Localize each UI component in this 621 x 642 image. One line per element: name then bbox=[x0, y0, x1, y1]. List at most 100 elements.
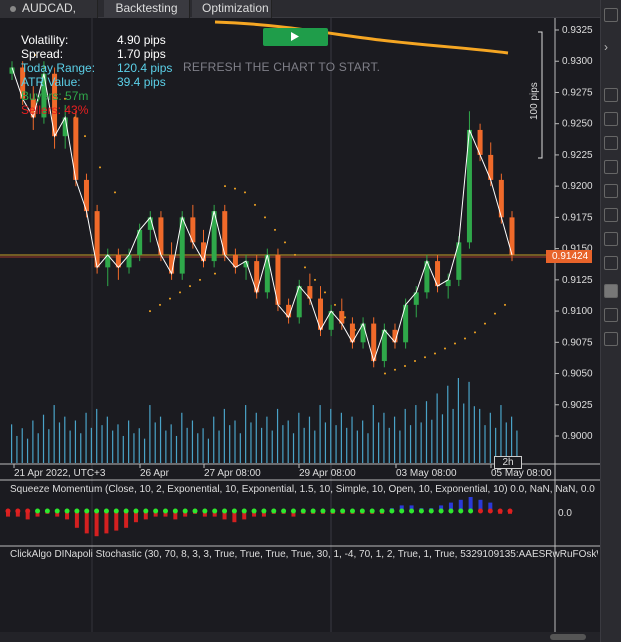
volume-histogram bbox=[11, 378, 518, 463]
settings-tool-icon[interactable] bbox=[604, 332, 618, 346]
squeeze-dot bbox=[64, 508, 70, 514]
volume-bar bbox=[21, 428, 23, 463]
squeeze-dot bbox=[192, 508, 198, 514]
squeeze-bar bbox=[94, 511, 99, 537]
volume-bar bbox=[409, 425, 412, 463]
play-button[interactable] bbox=[263, 28, 328, 46]
volume-bar bbox=[239, 433, 241, 463]
volume-bar bbox=[149, 405, 151, 463]
psar-dot bbox=[324, 291, 326, 294]
volume-bar bbox=[122, 435, 124, 463]
volume-bar bbox=[393, 416, 396, 463]
y-tick-label: 0.9325 bbox=[562, 25, 593, 36]
psar-dot bbox=[149, 310, 151, 313]
volume-bar bbox=[303, 427, 305, 463]
volume-bar bbox=[234, 420, 236, 463]
volume-bar bbox=[133, 433, 135, 463]
volume-bar bbox=[425, 401, 428, 463]
volume-bar bbox=[308, 416, 311, 463]
text-tool-icon[interactable] bbox=[604, 232, 618, 246]
volume-bar bbox=[346, 427, 348, 463]
volume-bar bbox=[287, 420, 289, 463]
squeeze-bar bbox=[124, 511, 129, 528]
trend-tool-icon[interactable] bbox=[604, 136, 618, 150]
volatility-label: Volatility: bbox=[21, 33, 69, 47]
shape-tool-icon[interactable] bbox=[604, 208, 618, 222]
toolbar-button[interactable] bbox=[604, 8, 618, 22]
squeeze-dot bbox=[418, 508, 424, 514]
y-tick-label: 0.9225 bbox=[562, 150, 593, 161]
today-range-label: Today Range: bbox=[21, 61, 96, 75]
volume-bar bbox=[276, 408, 279, 463]
volume-bar bbox=[175, 435, 178, 463]
volume-bar bbox=[420, 422, 422, 463]
buyers-label: Buyers: 57m bbox=[21, 89, 89, 103]
psar-dot bbox=[444, 347, 446, 350]
spread-value: 1.70 pips bbox=[117, 47, 166, 61]
volume-bar bbox=[500, 405, 502, 463]
grid-tool-icon[interactable] bbox=[604, 308, 618, 322]
volume-bar bbox=[159, 416, 162, 463]
y-tick-label: 0.9175 bbox=[562, 212, 593, 223]
psar-dot bbox=[424, 356, 426, 359]
squeeze-dot bbox=[143, 508, 149, 514]
squeeze-dot bbox=[222, 508, 228, 514]
squeeze-dot bbox=[153, 508, 159, 514]
psar-dot bbox=[159, 303, 161, 306]
volume-bar bbox=[138, 428, 140, 463]
color-swatch-icon[interactable] bbox=[604, 284, 618, 298]
volume-bar bbox=[351, 416, 353, 463]
psar-dot bbox=[199, 278, 201, 281]
squeeze-dot bbox=[44, 508, 50, 514]
volume-bar bbox=[218, 430, 220, 463]
psar-dot bbox=[189, 285, 191, 288]
scrollbar-thumb[interactable] bbox=[550, 634, 586, 640]
volume-bar bbox=[202, 428, 204, 463]
measure-tool-icon[interactable] bbox=[604, 256, 618, 270]
squeeze-momentum-label: Squeeze Momentum (Close, 10, 2, Exponent… bbox=[10, 484, 595, 495]
volume-bar bbox=[223, 408, 225, 463]
today-range-value: 120.4 pips bbox=[117, 61, 173, 75]
chevron-icon[interactable]: › bbox=[604, 40, 618, 54]
squeeze-dot bbox=[438, 508, 444, 514]
tab-backtesting[interactable]: Backtesting bbox=[104, 0, 190, 18]
psar-dot bbox=[484, 322, 486, 325]
volume-bar bbox=[96, 408, 98, 463]
squeeze-dot bbox=[54, 508, 60, 514]
volume-bar bbox=[101, 425, 103, 463]
moving-average-line bbox=[214, 20, 509, 55]
y-tick-label: 0.9075 bbox=[562, 337, 593, 348]
horizontal-scrollbar[interactable] bbox=[0, 632, 600, 642]
squeeze-dot bbox=[25, 508, 31, 514]
squeeze-dot bbox=[477, 508, 483, 514]
cursor-tool-icon[interactable] bbox=[604, 88, 618, 102]
psar-dot bbox=[214, 272, 216, 275]
volume-bar bbox=[16, 435, 18, 463]
psar-dot bbox=[294, 253, 296, 256]
channel-tool-icon[interactable] bbox=[604, 160, 618, 174]
volume-bar bbox=[186, 427, 188, 463]
volume-bar bbox=[229, 425, 231, 463]
line-tool-icon[interactable] bbox=[604, 112, 618, 126]
tab-optimization[interactable]: Optimization bbox=[192, 0, 272, 18]
volume-bar bbox=[479, 408, 481, 463]
x-tick-label: 03 May 08:00 bbox=[396, 468, 457, 479]
volume-bar bbox=[181, 412, 183, 463]
volume-bar bbox=[431, 419, 433, 463]
info-panel: Volatility: 4.90 pips Spread: 1.70 pips To… bbox=[21, 33, 181, 117]
psar-dot bbox=[394, 368, 396, 371]
psar-dot bbox=[404, 365, 406, 368]
fib-tool-icon[interactable] bbox=[604, 184, 618, 198]
squeeze-dot bbox=[350, 508, 356, 514]
squeeze-dot bbox=[379, 508, 385, 514]
volume-bar bbox=[452, 408, 454, 463]
squeeze-bar bbox=[74, 511, 79, 528]
tab-audcad[interactable]: AUDCAD, h4 bbox=[0, 0, 98, 31]
volume-bar bbox=[197, 433, 199, 463]
volume-bar bbox=[271, 430, 273, 463]
timeframe-badge[interactable]: 2h bbox=[494, 456, 522, 469]
squeeze-dot bbox=[5, 508, 11, 514]
psar-dot bbox=[284, 241, 286, 244]
volume-bar bbox=[90, 427, 92, 463]
volume-bar bbox=[473, 406, 475, 463]
